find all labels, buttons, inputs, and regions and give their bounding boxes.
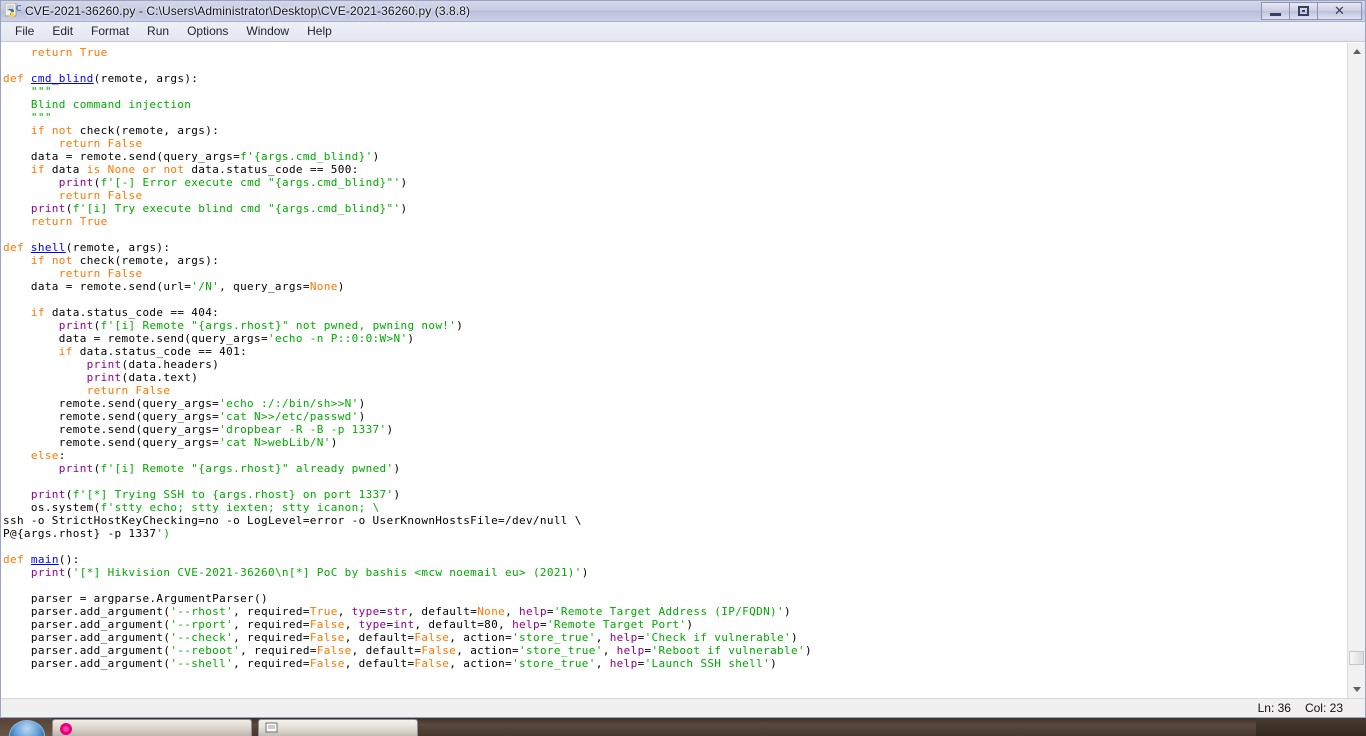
scroll-up-arrow[interactable] <box>1348 43 1365 60</box>
window-title: CVE-2021-36260.py - C:\Users\Administrat… <box>25 4 471 18</box>
close-button[interactable]: ✕ <box>1317 2 1362 20</box>
editor-body: return True def cmd_blind(remote, args):… <box>1 42 1365 698</box>
menu-item-file[interactable]: File <box>6 22 43 41</box>
vertical-scrollbar[interactable] <box>1347 43 1365 698</box>
firefox-icon <box>59 721 73 735</box>
statusbar: Ln: 36 Col: 23 <box>1 698 1365 717</box>
menu-item-run[interactable]: Run <box>138 22 178 41</box>
python-idle-icon: C <box>4 2 22 19</box>
scroll-down-arrow[interactable] <box>1348 681 1365 698</box>
window-titlebar[interactable]: C CVE-2021-36260.py - C:\Users\Administr… <box>1 1 1365 22</box>
minimize-button[interactable] <box>1261 2 1290 20</box>
window-controls: ✕ <box>1261 2 1362 20</box>
menu-item-help[interactable]: Help <box>298 22 341 41</box>
code-text-area[interactable]: return True def cmd_blind(remote, args):… <box>1 43 1347 698</box>
menubar: File Edit Format Run Options Window Help <box>1 22 1365 42</box>
source-code[interactable]: return True def cmd_blind(remote, args):… <box>3 46 1347 670</box>
taskbar-item-firefox[interactable] <box>52 719 252 736</box>
menu-item-edit[interactable]: Edit <box>43 22 82 41</box>
status-column-number: Col: 23 <box>1304 701 1343 715</box>
svg-text:C: C <box>16 4 21 13</box>
menu-item-window[interactable]: Window <box>237 22 298 41</box>
restore-button[interactable] <box>1289 2 1318 20</box>
start-orb[interactable] <box>0 718 52 736</box>
windows-taskbar <box>0 718 1366 736</box>
taskbar-item-idle[interactable] <box>258 719 418 736</box>
status-line-number: Ln: 36 <box>1257 701 1291 715</box>
idle-icon <box>265 721 279 735</box>
system-tray[interactable] <box>1256 718 1366 736</box>
menu-item-options[interactable]: Options <box>178 22 237 41</box>
vertical-scroll-thumb[interactable] <box>1349 651 1364 665</box>
idle-editor-window: C CVE-2021-36260.py - C:\Users\Administr… <box>0 0 1366 718</box>
menu-item-format[interactable]: Format <box>82 22 138 41</box>
desktop-screen: C CVE-2021-36260.py - C:\Users\Administr… <box>0 0 1366 736</box>
